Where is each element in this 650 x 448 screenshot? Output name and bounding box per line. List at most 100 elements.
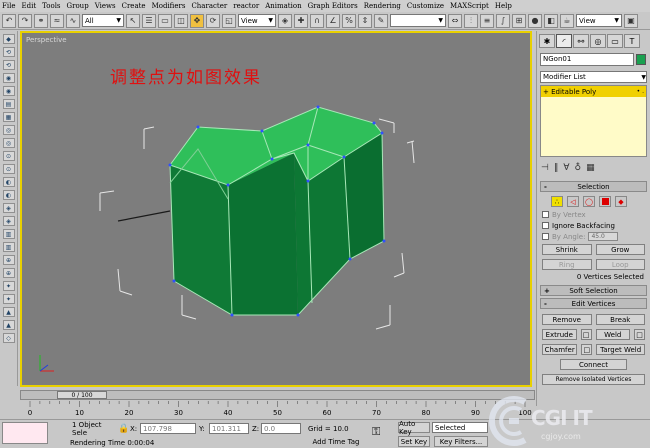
- tool-17-icon[interactable]: ▥: [2, 242, 15, 252]
- tool-16-icon[interactable]: ▥: [2, 229, 15, 239]
- connect-button[interactable]: Connect: [560, 359, 627, 370]
- rect-region-icon[interactable]: ▭: [158, 13, 172, 28]
- make-unique-icon[interactable]: ∀: [563, 163, 569, 173]
- menu-views[interactable]: Views: [95, 2, 116, 10]
- selection-rollout-header[interactable]: - Selection: [540, 181, 647, 192]
- grow-button[interactable]: Grow: [595, 244, 645, 255]
- menu-rendering[interactable]: Rendering: [364, 2, 401, 10]
- named-selection-icon[interactable]: ✎: [374, 13, 388, 28]
- tool-19-icon[interactable]: ⊕: [2, 268, 15, 278]
- border-level-icon[interactable]: ◯: [583, 196, 595, 207]
- reference-coordinate-dropdown[interactable]: View ▼: [238, 14, 276, 27]
- soft-selection-rollout-header[interactable]: + Soft Selection: [540, 285, 647, 296]
- by-angle-checkbox[interactable]: [542, 233, 549, 240]
- modifier-list-dropdown[interactable]: Modifier List ▼: [540, 71, 647, 83]
- menu-tools[interactable]: Tools: [42, 2, 60, 10]
- snap-toggle-icon[interactable]: ∩: [310, 13, 324, 28]
- show-end-result-icon[interactable]: ‖: [554, 163, 559, 173]
- motion-tab-icon[interactable]: ◎: [590, 34, 606, 48]
- tool-22-icon[interactable]: ▲: [2, 307, 15, 317]
- tool-18-icon[interactable]: ⊕: [2, 255, 15, 265]
- by-vertex-checkbox-row[interactable]: By Vertex: [537, 209, 650, 220]
- break-button[interactable]: Break: [595, 314, 645, 325]
- by-angle-row[interactable]: By Angle: 45.0: [537, 231, 650, 242]
- render-scene-icon[interactable]: ◧: [544, 13, 558, 28]
- angle-spinner[interactable]: 45.0: [588, 232, 619, 241]
- plus-icon[interactable]: +: [543, 88, 549, 96]
- named-selection-sets-dropdown[interactable]: ▼: [390, 14, 446, 27]
- y-coordinate-field[interactable]: 101.311: [209, 423, 249, 434]
- utilities-tab-icon[interactable]: T: [624, 34, 640, 48]
- tool-9-icon[interactable]: ◎: [2, 138, 15, 148]
- tool-15-icon[interactable]: ◈: [2, 216, 15, 226]
- chamfer-settings-button[interactable]: □: [581, 344, 593, 355]
- time-slider-thumb[interactable]: 0 / 100: [57, 391, 107, 399]
- element-level-icon[interactable]: ◆: [615, 196, 627, 207]
- z-coordinate-field[interactable]: 0.0: [261, 423, 301, 434]
- object-name-field[interactable]: NGon01: [540, 53, 634, 66]
- ignore-backfacing-row[interactable]: Ignore Backfacing: [537, 220, 650, 231]
- remove-isolated-vertices-button[interactable]: Remove Isolated Vertices: [542, 374, 645, 385]
- tool-13-icon[interactable]: ◐: [2, 190, 15, 200]
- weld-button[interactable]: Weld: [595, 329, 630, 340]
- tool-1-icon[interactable]: ◆: [2, 34, 15, 44]
- curve-editor-icon[interactable]: ∫: [496, 13, 510, 28]
- menu-modifiers[interactable]: Modifiers: [152, 2, 186, 10]
- track-bar[interactable]: 0 10 20 30 40 50 60 70 80 90 100: [20, 401, 535, 419]
- select-object-icon[interactable]: ↖: [126, 13, 140, 28]
- tool-23-icon[interactable]: ▲: [2, 320, 15, 330]
- ring-button[interactable]: Ring: [542, 259, 592, 270]
- tool-7-icon[interactable]: ▦: [2, 112, 15, 122]
- lock-selection-icon[interactable]: 🔒: [118, 423, 129, 434]
- menu-create[interactable]: Create: [122, 2, 146, 10]
- tool-3-icon[interactable]: ⟲: [2, 60, 15, 70]
- polygon-level-icon[interactable]: [599, 196, 611, 207]
- quick-render-icon[interactable]: ☕: [560, 13, 574, 28]
- stack-item-editable-poly[interactable]: + Editable Poly • .: [541, 86, 646, 97]
- material-editor-icon[interactable]: ●: [528, 13, 542, 28]
- menu-help[interactable]: Help: [495, 2, 512, 10]
- selection-filter-dropdown[interactable]: All ▼: [82, 14, 124, 27]
- tool-10-icon[interactable]: ⊙: [2, 151, 15, 161]
- redo-icon[interactable]: ↷: [18, 13, 32, 28]
- pin-stack-icon[interactable]: ⊣: [541, 163, 549, 173]
- hierarchy-tab-icon[interactable]: ⚯: [573, 34, 589, 48]
- target-weld-button[interactable]: Target Weld: [596, 344, 645, 355]
- menu-graph-editors[interactable]: Graph Editors: [308, 2, 358, 10]
- remove-modifier-icon[interactable]: ♁: [575, 163, 582, 173]
- select-manipulate-icon[interactable]: ✚: [294, 13, 308, 28]
- schematic-view-icon[interactable]: ⊞: [512, 13, 526, 28]
- render-last-icon[interactable]: ▣: [624, 13, 638, 28]
- extrude-button[interactable]: Extrude: [542, 329, 577, 340]
- link-icon[interactable]: ⚭: [34, 13, 48, 28]
- layer-manager-icon[interactable]: ≡: [480, 13, 494, 28]
- chamfer-button[interactable]: Chamfer: [542, 344, 578, 355]
- key-mode-dropdown[interactable]: Selected: [432, 422, 488, 433]
- select-scale-icon[interactable]: ◱: [222, 13, 236, 28]
- select-rotate-icon[interactable]: ⟳: [206, 13, 220, 28]
- viewport-label[interactable]: Perspective: [26, 36, 67, 44]
- time-slider-track[interactable]: 0 / 100: [20, 390, 535, 400]
- tool-11-icon[interactable]: ⊙: [2, 164, 15, 174]
- tool-4-icon[interactable]: ◉: [2, 73, 15, 83]
- unlink-icon[interactable]: ≈: [50, 13, 64, 28]
- pivot-center-icon[interactable]: ◈: [278, 13, 292, 28]
- object-color-swatch[interactable]: [636, 54, 646, 65]
- mirror-icon[interactable]: ⇔: [448, 13, 462, 28]
- select-by-name-icon[interactable]: ☰: [142, 13, 156, 28]
- percent-snap-icon[interactable]: %: [342, 13, 356, 28]
- ignore-backfacing-checkbox[interactable]: [542, 222, 549, 229]
- select-move-icon[interactable]: ✥: [190, 13, 204, 28]
- remove-button[interactable]: Remove: [542, 314, 592, 325]
- align-icon[interactable]: ⫶: [464, 13, 478, 28]
- angle-snap-icon[interactable]: ∠: [326, 13, 340, 28]
- menu-maxscript[interactable]: MAXScript: [450, 2, 489, 10]
- vertex-level-icon[interactable]: ∴: [551, 196, 563, 207]
- x-coordinate-field[interactable]: 107.798: [140, 423, 196, 434]
- extrude-settings-button[interactable]: □: [580, 329, 592, 340]
- edge-level-icon[interactable]: ◁: [567, 196, 579, 207]
- auto-key-button[interactable]: Auto Key: [398, 420, 430, 436]
- tool-2-icon[interactable]: ⟲: [2, 47, 15, 57]
- shrink-button[interactable]: Shrink: [542, 244, 592, 255]
- display-tab-icon[interactable]: ▭: [607, 34, 623, 48]
